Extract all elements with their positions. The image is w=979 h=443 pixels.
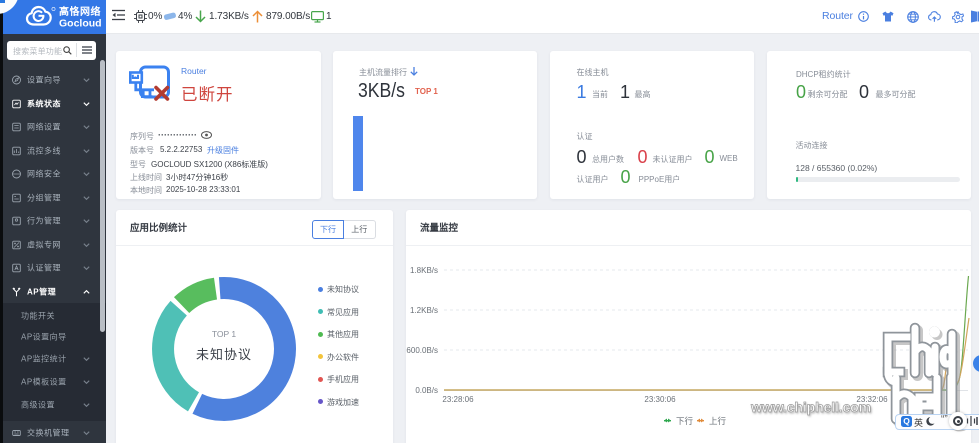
svg-text:0.0B/s: 0.0B/s [415, 386, 438, 395]
svg-text:23:30:06: 23:30:06 [644, 395, 676, 404]
svg-text:下行: 下行 [676, 416, 694, 426]
svg-text:1.2KB/s: 1.2KB/s [410, 306, 438, 315]
svg-text:23:28:06: 23:28:06 [442, 395, 474, 404]
svg-text:TOP 1: TOP 1 [212, 329, 237, 339]
svg-text:Gocloud: Gocloud [59, 18, 102, 30]
svg-text:高恪网络: 高恪网络 [59, 5, 101, 18]
svg-text:上行: 上行 [709, 416, 727, 426]
svg-text:1.8KB/s: 1.8KB/s [410, 266, 438, 275]
svg-text:600.0B/s: 600.0B/s [406, 346, 438, 355]
svg-text:未知协议: 未知协议 [196, 347, 252, 362]
